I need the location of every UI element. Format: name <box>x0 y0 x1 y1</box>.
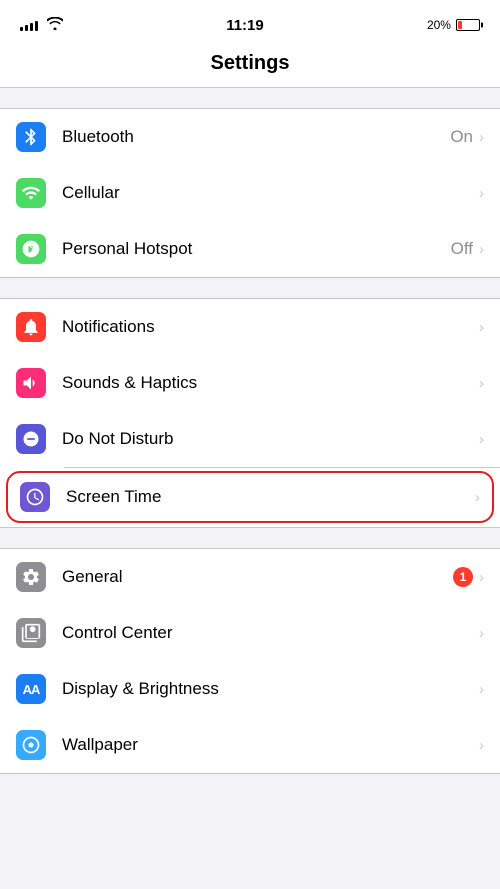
display-label: Display & Brightness <box>62 679 479 699</box>
screentime-chevron: › <box>475 489 480 506</box>
general-chevron: › <box>479 569 484 586</box>
notifications-label: Notifications <box>62 317 479 337</box>
settings-item-notifications[interactable]: Notifications › <box>0 299 500 355</box>
status-right: 20% <box>427 18 480 32</box>
bluetooth-value: On <box>450 127 473 147</box>
controlcenter-label: Control Center <box>62 623 479 643</box>
cellular-chevron: › <box>479 185 484 202</box>
status-bar: 11:19 20% <box>0 0 500 44</box>
donotdisturb-icon <box>16 424 46 454</box>
bluetooth-chevron: › <box>479 129 484 146</box>
controlcenter-chevron: › <box>479 625 484 642</box>
cellular-icon <box>16 178 46 208</box>
sounds-label: Sounds & Haptics <box>62 373 479 393</box>
signal-bar-4 <box>35 21 38 31</box>
screentime-label: Screen Time <box>66 487 475 507</box>
nav-header: Settings <box>0 44 500 88</box>
settings-item-screentime-wrapper: Screen Time › <box>0 471 500 523</box>
settings-item-bluetooth[interactable]: Bluetooth On › <box>0 109 500 165</box>
screentime-icon <box>20 482 50 512</box>
battery-percent: 20% <box>427 18 451 32</box>
status-left <box>20 17 63 33</box>
sounds-chevron: › <box>479 375 484 392</box>
controlcenter-icon <box>16 618 46 648</box>
general-label: General <box>62 567 453 587</box>
general-badge: 1 <box>453 567 473 587</box>
settings-item-display[interactable]: AA Display & Brightness › <box>0 661 500 717</box>
page-title: Settings <box>0 52 500 75</box>
hotspot-label: Personal Hotspot <box>62 239 451 259</box>
settings-list-system: General 1 › Control Center › AA Display … <box>0 548 500 774</box>
bluetooth-label: Bluetooth <box>62 127 450 147</box>
settings-list-notifications: Notifications › Sounds & Haptics › Do No… <box>0 298 500 528</box>
wallpaper-icon <box>16 730 46 760</box>
notifications-icon <box>16 312 46 342</box>
bluetooth-icon <box>16 122 46 152</box>
cellular-label: Cellular <box>62 183 479 203</box>
notifications-chevron: › <box>479 319 484 336</box>
settings-group-system: General 1 › Control Center › AA Display … <box>0 548 500 774</box>
settings-item-general[interactable]: General 1 › <box>0 549 500 605</box>
settings-item-cellular[interactable]: Cellular › <box>0 165 500 221</box>
display-icon: AA <box>16 674 46 704</box>
settings-item-wallpaper[interactable]: Wallpaper › <box>0 717 500 773</box>
settings-item-controlcenter[interactable]: Control Center › <box>0 605 500 661</box>
settings-item-hotspot[interactable]: Personal Hotspot Off › <box>0 221 500 277</box>
signal-bar-1 <box>20 27 23 31</box>
hotspot-icon <box>16 234 46 264</box>
settings-group-notifications: Notifications › Sounds & Haptics › Do No… <box>0 298 500 528</box>
wallpaper-label: Wallpaper <box>62 735 479 755</box>
settings-item-sounds[interactable]: Sounds & Haptics › <box>0 355 500 411</box>
settings-item-screentime[interactable]: Screen Time › <box>6 471 494 523</box>
battery-icon <box>456 19 480 31</box>
signal-bar-2 <box>25 25 28 31</box>
sounds-icon <box>16 368 46 398</box>
settings-list-connectivity: Bluetooth On › Cellular › Personal Hotsp… <box>0 108 500 278</box>
general-icon <box>16 562 46 592</box>
settings-group-connectivity: Bluetooth On › Cellular › Personal Hotsp… <box>0 108 500 278</box>
signal-bars <box>20 19 38 31</box>
wallpaper-chevron: › <box>479 737 484 754</box>
donotdisturb-chevron: › <box>479 431 484 448</box>
settings-item-donotdisturb[interactable]: Do Not Disturb › <box>0 411 500 467</box>
status-time: 11:19 <box>226 17 264 34</box>
hotspot-value: Off <box>451 239 473 259</box>
wifi-icon <box>47 17 63 33</box>
hotspot-chevron: › <box>479 241 484 258</box>
signal-bar-3 <box>30 23 33 31</box>
donotdisturb-label: Do Not Disturb <box>62 429 479 449</box>
display-chevron: › <box>479 681 484 698</box>
